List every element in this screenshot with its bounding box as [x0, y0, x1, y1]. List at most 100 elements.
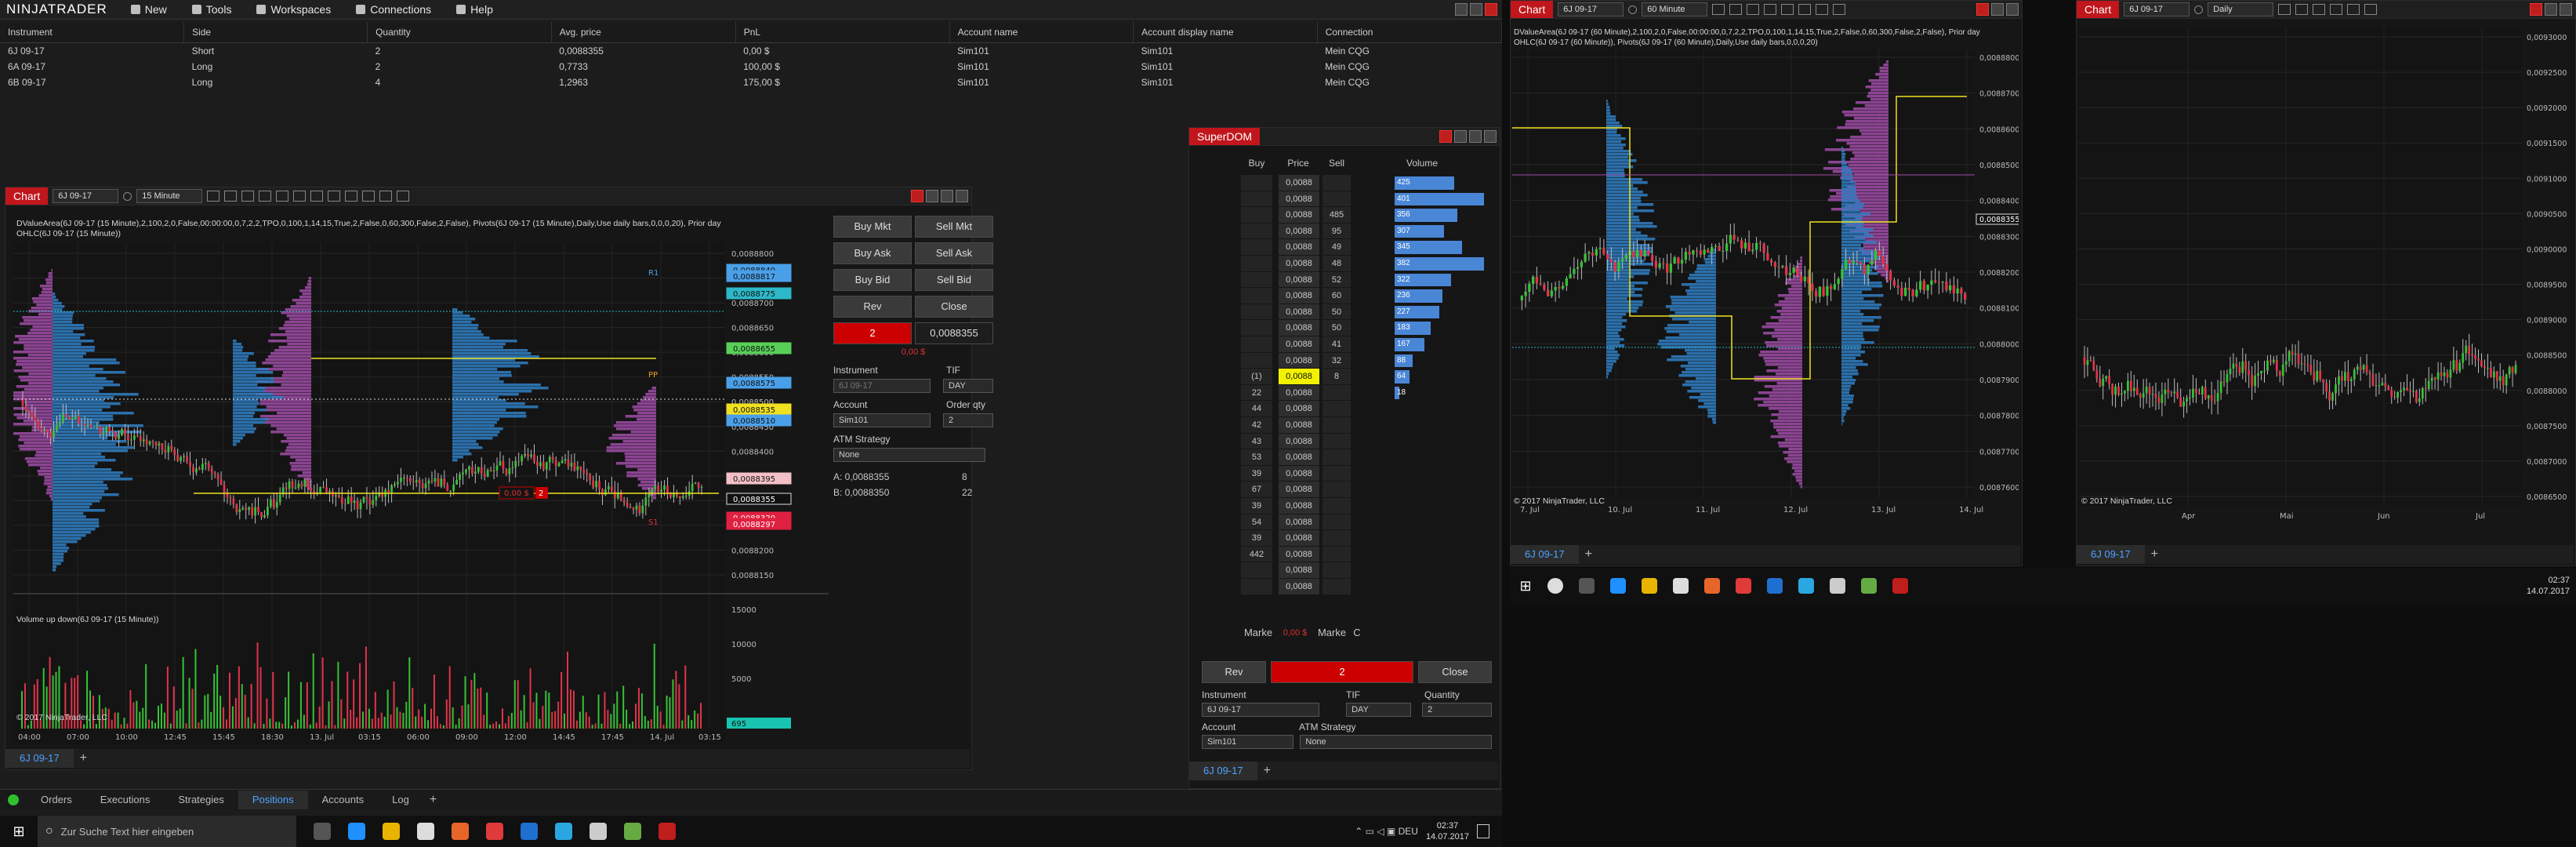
dom-buy-cell[interactable] — [1241, 320, 1272, 336]
dom-sell-cell[interactable] — [1322, 530, 1351, 546]
dom-sell-cell[interactable] — [1322, 562, 1351, 578]
app-icon[interactable] — [624, 823, 641, 840]
menu-connections[interactable]: Connections — [343, 0, 444, 19]
store-icon[interactable] — [1673, 578, 1689, 594]
list-icon[interactable] — [397, 191, 410, 202]
remote-desktop-icon[interactable] — [1767, 578, 1783, 594]
crosshair-icon[interactable] — [276, 191, 289, 202]
dom-row[interactable]: 39 0,0088 — [1241, 530, 1366, 546]
dom-sell-cell[interactable]: 50 — [1322, 304, 1351, 320]
dom-buy-cell[interactable]: 67 — [1241, 482, 1272, 497]
zoom-in-icon[interactable] — [1747, 4, 1760, 15]
dom-row[interactable]: 39 0,0088 — [1241, 498, 1366, 514]
time-icon[interactable] — [379, 191, 393, 202]
dom-row[interactable]: 442 0,0088 — [1241, 546, 1366, 562]
dom-buy-cell[interactable]: 53 — [1241, 449, 1272, 465]
zoom-out-icon[interactable] — [259, 191, 272, 202]
chart-tab[interactable]: 6J 09-17 — [5, 749, 74, 768]
dom-sell-cell[interactable] — [1322, 465, 1351, 482]
screenshot-icon[interactable] — [1798, 4, 1812, 15]
position-row[interactable]: 6A 09-17 Long 2 0,7733 100,00 $ Sim101 Sim101 M… — [0, 59, 1502, 75]
remote-desktop-icon[interactable] — [521, 823, 538, 840]
dom-sell-cell[interactable]: 41 — [1322, 336, 1351, 352]
price-chart-15min[interactable]: 0,00888000,00887500,00887000,00886500,00… — [13, 242, 829, 744]
dom-buy-cell[interactable] — [1241, 271, 1272, 288]
bars-icon[interactable] — [2278, 4, 2291, 15]
cancel-all-label[interactable]: C — [1349, 627, 1365, 638]
calculator-icon[interactable] — [590, 823, 607, 840]
dom-sell-cell[interactable]: 32 — [1322, 352, 1351, 369]
bars-icon[interactable] — [1712, 4, 1725, 15]
notifications-icon[interactable] — [1477, 824, 1489, 838]
link-icon[interactable] — [2530, 3, 2542, 16]
instrument-selector[interactable]: 6J 09-17 — [1558, 2, 1624, 16]
minimize-icon[interactable] — [1991, 3, 2004, 16]
chrome-icon[interactable] — [1736, 578, 1751, 594]
dom-buy-cell[interactable]: 42 — [1241, 417, 1272, 433]
dom-buy-cell[interactable] — [1241, 256, 1272, 271]
close-icon[interactable] — [2560, 3, 2572, 16]
tif-dropdown[interactable]: DAY — [943, 379, 993, 393]
skype-icon[interactable] — [1798, 578, 1814, 594]
explorer-icon[interactable] — [1642, 578, 1657, 594]
dom-sell-cell[interactable]: 49 — [1322, 239, 1351, 255]
instrument-selector[interactable]: 6J 09-17 — [2124, 2, 2190, 16]
start-icon[interactable]: ⊞ — [1510, 578, 1541, 594]
dom-sell-cell[interactable]: 8 — [1322, 369, 1351, 384]
superdom-tab[interactable]: 6J 09-17 — [1189, 762, 1257, 780]
buy-market-label[interactable]: Marke — [1241, 627, 1275, 638]
add-tab-icon[interactable]: + — [1579, 545, 1598, 564]
tab-positions[interactable]: Positions — [238, 791, 308, 809]
column-header[interactable]: PnL — [735, 22, 950, 43]
link-icon[interactable] — [911, 190, 923, 202]
column-header[interactable]: Instrument — [0, 22, 185, 43]
close-icon[interactable] — [2006, 3, 2019, 16]
dom-buy-cell[interactable]: 39 — [1241, 465, 1272, 482]
maximize-icon[interactable] — [1470, 3, 1482, 16]
firefox-icon[interactable] — [452, 823, 469, 840]
buy-mkt-button[interactable]: Buy Mkt — [833, 216, 912, 238]
quantity-stepper[interactable]: 2 — [1422, 703, 1492, 717]
dom-row[interactable]: 43 0,0088 — [1241, 433, 1366, 449]
explorer-icon[interactable] — [383, 823, 400, 840]
chrome-icon[interactable] — [486, 823, 503, 840]
dom-buy-cell[interactable] — [1241, 304, 1272, 320]
dom-sell-cell[interactable] — [1322, 384, 1351, 401]
zoom-out-icon[interactable] — [1764, 4, 1777, 15]
dom-row[interactable]: 44 0,0088 — [1241, 401, 1366, 416]
edge-icon[interactable] — [348, 823, 365, 840]
dom-buy-cell[interactable] — [1241, 191, 1272, 207]
dom-row[interactable]: 0,0088 — [1241, 579, 1366, 594]
screenshot-icon[interactable] — [293, 191, 307, 202]
chart-tab[interactable]: 6J 09-17 — [1511, 545, 1579, 564]
maximize-icon[interactable] — [1469, 130, 1482, 143]
crosshair-icon[interactable] — [1781, 4, 1794, 15]
dom-buy-cell[interactable] — [1241, 175, 1272, 191]
column-header[interactable]: Connection — [1317, 22, 1503, 43]
dom-row[interactable]: 0,0088 50 — [1241, 320, 1366, 336]
search-icon[interactable] — [123, 191, 132, 201]
start-icon[interactable]: ⊞ — [0, 823, 38, 840]
buy-ask-button[interactable]: Buy Ask — [833, 242, 912, 264]
indicators-icon[interactable] — [328, 191, 341, 202]
taskbar-search[interactable]: ○ Zur Suche Text hier eingeben — [38, 816, 296, 847]
dom-row[interactable]: 67 0,0088 — [1241, 482, 1366, 497]
dom-buy-cell[interactable] — [1241, 336, 1272, 352]
dom-buy-cell[interactable] — [1241, 562, 1272, 578]
price-chart-daily[interactable]: 0,00930000,00925000,00920000,00915000,00… — [2078, 27, 2572, 543]
rev-button[interactable]: Rev — [833, 296, 912, 318]
task-view-icon[interactable] — [1579, 578, 1595, 594]
interval-selector[interactable]: 15 Minute — [136, 189, 203, 203]
dom-sell-cell[interactable] — [1322, 433, 1351, 449]
add-tab-icon[interactable]: + — [1257, 762, 1277, 780]
menu-tools[interactable]: Tools — [180, 0, 245, 19]
tray-icons[interactable]: ⌃ ▭ ◁ ▣ DEU — [1355, 826, 1418, 837]
position-row[interactable]: 6J 09-17 Short 2 0,0088355 0,00 $ Sim101 Sim10… — [0, 43, 1502, 60]
tab-log[interactable]: Log — [378, 791, 423, 809]
dom-buy-cell[interactable]: 43 — [1241, 433, 1272, 449]
dom-row[interactable]: 39 0,0088 — [1241, 465, 1366, 482]
minimize-icon[interactable] — [2545, 3, 2557, 16]
dom-row[interactable]: 0,0088 95 — [1241, 223, 1366, 239]
ninjatrader-icon[interactable] — [1892, 578, 1908, 594]
column-header[interactable]: Quantity — [367, 22, 552, 43]
